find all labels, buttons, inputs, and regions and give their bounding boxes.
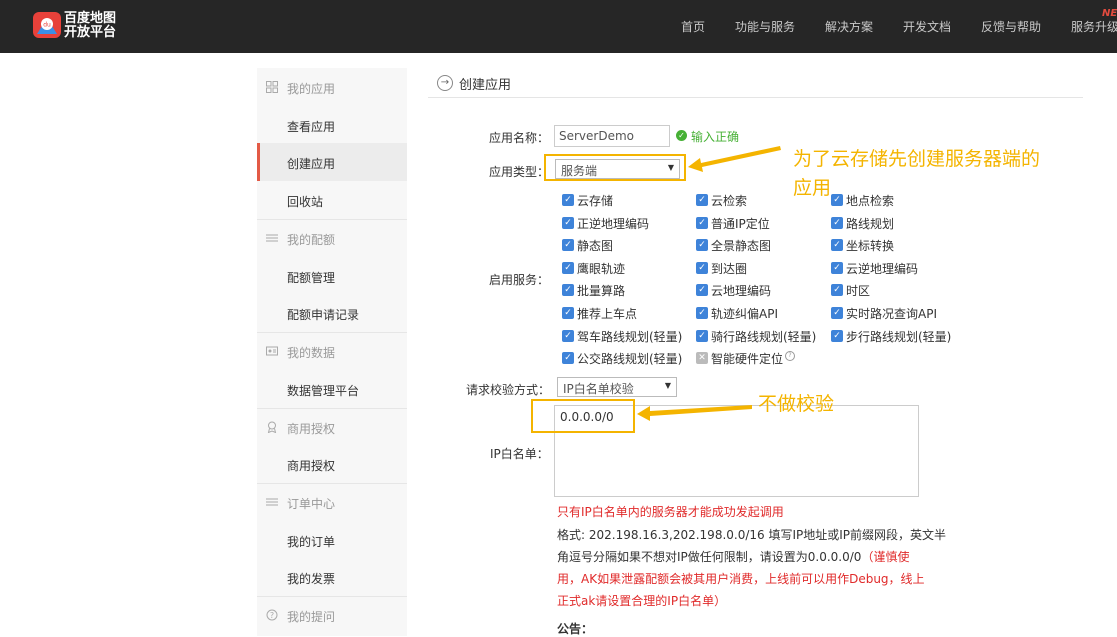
annotation-arrow-1: [688, 146, 781, 172]
annotation-note-1-line1: 为了云存储先创建服务器端的: [793, 148, 1041, 170]
annotation-note-2: 不做校验: [758, 393, 835, 415]
annotation-arrow-2: [637, 405, 752, 421]
annotation-note-1-line2: 应用: [793, 177, 832, 199]
annotation-arrows: [637, 146, 781, 421]
